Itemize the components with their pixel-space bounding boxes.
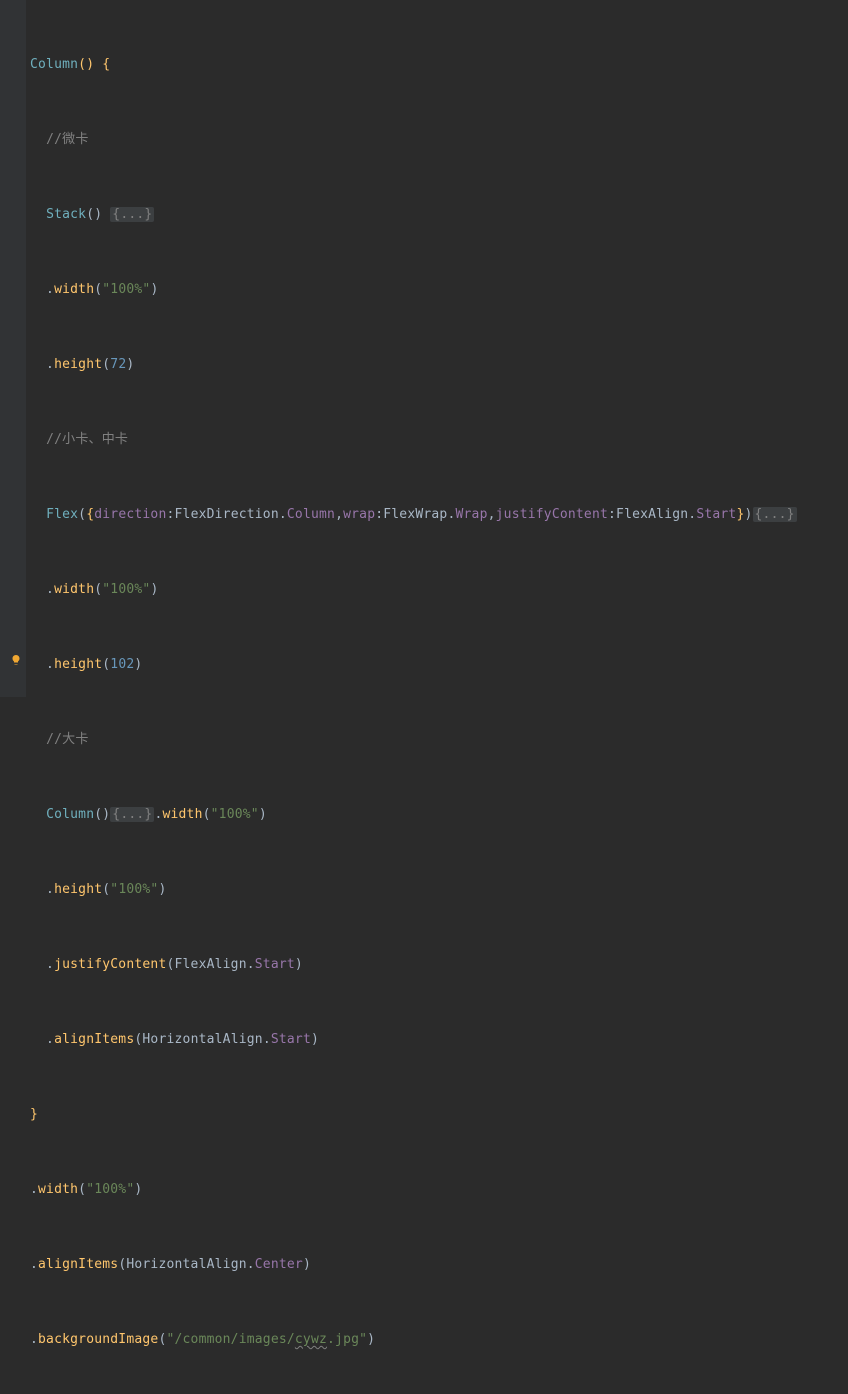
code-line: Flex({direction:FlexDirection.Column,wra… bbox=[30, 502, 848, 527]
code-line: //大卡 bbox=[30, 727, 848, 752]
fold-marker[interactable]: {...} bbox=[753, 507, 797, 522]
code-line: Stack() {...} bbox=[30, 202, 848, 227]
code-line: .alignItems(HorizontalAlign.Start) bbox=[30, 1027, 848, 1052]
code-line: Column(){...}.width("100%") bbox=[30, 802, 848, 827]
code-area[interactable]: Column() { //微卡 Stack() {...} .width("10… bbox=[30, 2, 848, 1394]
fold-marker[interactable]: {...} bbox=[110, 807, 154, 822]
code-line: .width("100%") bbox=[30, 577, 848, 602]
code-line: .backgroundImage("/common/images/cywz.jp… bbox=[30, 1327, 848, 1352]
editor-gutter bbox=[0, 0, 26, 697]
code-line: .height(102) bbox=[30, 652, 848, 677]
code-line: .justifyContent(FlexAlign.Start) bbox=[30, 952, 848, 977]
code-line: .width("100%") bbox=[30, 1177, 848, 1202]
code-line: //小卡、中卡 bbox=[30, 427, 848, 452]
code-line: //微卡 bbox=[30, 127, 848, 152]
code-line: .width("100%") bbox=[30, 277, 848, 302]
code-line: .height(72) bbox=[30, 352, 848, 377]
lightbulb-icon[interactable] bbox=[10, 654, 22, 666]
code-line: Column() { bbox=[30, 52, 848, 77]
code-line: .alignItems(HorizontalAlign.Center) bbox=[30, 1252, 848, 1277]
code-line: .height("100%") bbox=[30, 877, 848, 902]
fold-marker[interactable]: {...} bbox=[110, 207, 154, 222]
code-line: } bbox=[30, 1102, 848, 1127]
